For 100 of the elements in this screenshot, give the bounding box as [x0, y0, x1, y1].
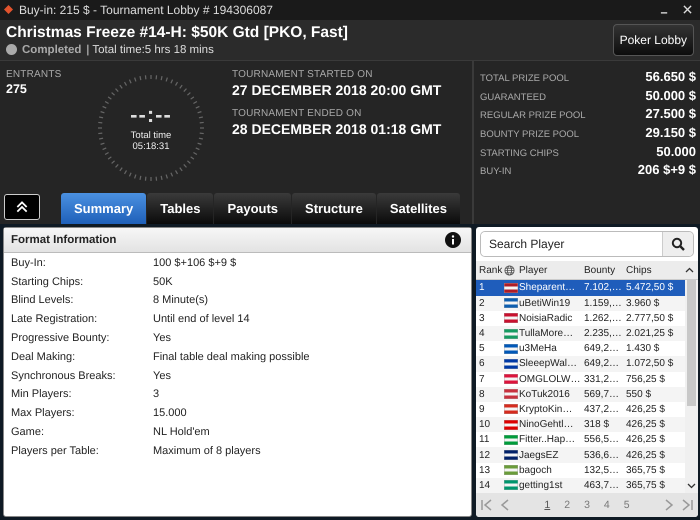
page-link[interactable]: 2	[560, 499, 574, 511]
player-row[interactable]: 9 KryptoKin… 437,2… 426,25 $	[476, 402, 685, 418]
search-icon[interactable]	[671, 237, 685, 252]
player-row[interactable]: 14 getting1st 463,7… 365,75 $	[476, 478, 685, 493]
clock-label: Total time	[130, 130, 172, 141]
player-cell-text: OMGLOLW…	[519, 374, 582, 385]
rank-cell-text: 2	[478, 298, 486, 309]
search-field[interactable]: Search Player	[480, 231, 694, 258]
format-value: Until end of level 14	[153, 313, 250, 326]
collapse-button[interactable]	[4, 194, 40, 220]
format-value: Yes	[153, 332, 171, 344]
player-row[interactable]: 11 Fitter..Hap… 556,5… 426,25 $	[476, 432, 685, 448]
chips-cell-text: 1.430 $	[626, 343, 660, 354]
prize-value: 56.650 $	[645, 68, 696, 84]
chips-cell-text: 426,25 $	[626, 419, 666, 430]
rank-cell-text: 3	[478, 312, 486, 324]
format-label: Deal Making:	[11, 350, 76, 363]
page-link[interactable]: 1	[540, 499, 554, 511]
scrollbar-thumb[interactable]	[687, 280, 696, 406]
player-row[interactable]: 10 NinoGehtl… 318 $ 426,25 $	[476, 417, 685, 432]
chips-cell-text: 2.021,25 $	[626, 328, 674, 340]
tab[interactable]: Summary	[61, 193, 146, 224]
prize-value: 27.500 $	[645, 106, 696, 122]
bounty-cell-text: 569,7…	[583, 388, 620, 400]
rank-cell-text: 11	[478, 434, 490, 446]
bounty-cell-text: 1.159,…	[583, 298, 623, 309]
format-label: Late Registration:	[11, 313, 98, 326]
tournament-title: Christmas Freeze #14-H: $50K Gtd [PKO, Fast]	[6, 24, 349, 42]
format-value: Final table deal making possible	[153, 350, 310, 363]
scroll-down-icon[interactable]	[687, 483, 696, 489]
globe-icon[interactable]	[504, 264, 515, 276]
column-header[interactable]: Bounty	[583, 264, 626, 276]
page-link[interactable]: 4	[600, 499, 614, 511]
close-icon[interactable]	[683, 5, 692, 14]
player-row[interactable]: 13 bagoch 132,5… 365,75 $	[476, 462, 685, 478]
double-chevron-icon	[15, 200, 29, 214]
format-value: Maximum of 8 players	[153, 444, 261, 457]
player-row[interactable]: 4 TullaMore… 2.235,… 2.021,25 $	[476, 326, 685, 342]
bounty-cell-text: 318 $	[583, 419, 610, 430]
flag-icon	[504, 480, 518, 490]
tab[interactable]: Structure	[292, 193, 376, 224]
player-row[interactable]: 5 u3MeHa 649,2… 1.430 $	[476, 341, 685, 356]
chips-cell-text: 550 $	[626, 388, 652, 400]
clock-display: --:--	[130, 104, 172, 126]
prize-value: 206 $+9 $	[638, 162, 696, 178]
prize-value: 50.000	[656, 144, 696, 159]
player-cell-text: u3MeHa	[519, 343, 558, 354]
format-value: 50K	[153, 276, 173, 288]
format-value: NL Hold'em	[153, 426, 210, 438]
player-row[interactable]: 8 KoTuk2016 569,7… 550 $	[476, 386, 685, 402]
prize-label: BOUNTY PRIZE POOL	[480, 128, 580, 140]
rank-cell-text: 6	[478, 358, 486, 370]
rank-cell-text: 4	[478, 328, 486, 340]
flag-icon	[504, 374, 518, 384]
bounty-cell-text: 2.235,…	[583, 328, 623, 340]
bounty-cell-text: 7.102,…	[583, 282, 623, 294]
page-link[interactable]: 3	[580, 499, 594, 511]
prize-label: GUARANTEED	[480, 92, 546, 103]
rank-cell-text: 1	[478, 282, 486, 294]
prize-label: STARTING CHIPS	[480, 148, 559, 159]
poker-lobby-button[interactable]: Poker Lobby	[612, 24, 694, 56]
prize-label: BUY-IN	[480, 166, 512, 178]
player-row[interactable]: 3 NoisiaRadic 1.262,… 2.777,50 $	[476, 310, 685, 326]
info-icon[interactable]	[445, 232, 461, 248]
date-value: 27 DECEMBER 2018 20:00 GMT	[232, 82, 442, 98]
column-header[interactable]: Chips	[626, 264, 682, 276]
player-cell-text: TullaMore…	[519, 328, 574, 340]
prize-value: 50.000 $	[645, 88, 696, 103]
rank-cell-text: 5	[478, 343, 486, 354]
format-value: 100 $+106 $+9 $	[153, 256, 236, 269]
column-header[interactable]: Rank	[476, 264, 504, 276]
player-row[interactable]: 2 uBetiWin19 1.159,… 3.960 $	[476, 296, 685, 311]
bounty-cell-text: 463,7…	[583, 480, 620, 491]
flag-icon	[504, 328, 518, 339]
page-link[interactable]: 5	[620, 499, 634, 511]
player-row[interactable]: 1 Sheparent… 7.102,… 5.472,50 $	[476, 280, 685, 296]
flag-icon	[504, 420, 518, 430]
flag-icon	[504, 465, 518, 476]
player-row[interactable]: 7 OMGLOLW… 331,2… 756,25 $	[476, 372, 685, 387]
rank-cell-text: 10	[478, 419, 492, 430]
chips-cell-text: 426,25 $	[626, 450, 666, 461]
format-label: Blind Levels:	[11, 294, 74, 306]
column-header[interactable]: Player	[519, 264, 583, 276]
flag-icon	[504, 389, 518, 400]
date-label: TOURNAMENT ENDED ON	[232, 108, 363, 119]
bounty-cell-text: 649,2…	[583, 343, 620, 354]
scroll-up-icon[interactable]	[685, 267, 694, 274]
prize-value: 29.150 $	[645, 124, 696, 140]
tab[interactable]: Satellites	[376, 193, 460, 224]
player-row[interactable]: 6 SleeepWal… 649,2… 1.072,50 $	[476, 356, 685, 372]
player-row[interactable]: 12 JaegsEZ 536,6… 426,25 $	[476, 447, 685, 463]
chips-cell-text: 1.072,50 $	[626, 358, 674, 370]
flag-icon	[504, 358, 518, 369]
player-cell-text: KoTuk2016	[519, 388, 571, 400]
tab[interactable]: Tables	[147, 193, 214, 224]
chips-cell-text: 426,25 $	[626, 434, 666, 446]
flag-icon	[504, 282, 518, 293]
format-value: 3	[153, 388, 160, 400]
tab[interactable]: Payouts	[214, 193, 292, 224]
player-cell-text: bagoch	[519, 464, 553, 476]
